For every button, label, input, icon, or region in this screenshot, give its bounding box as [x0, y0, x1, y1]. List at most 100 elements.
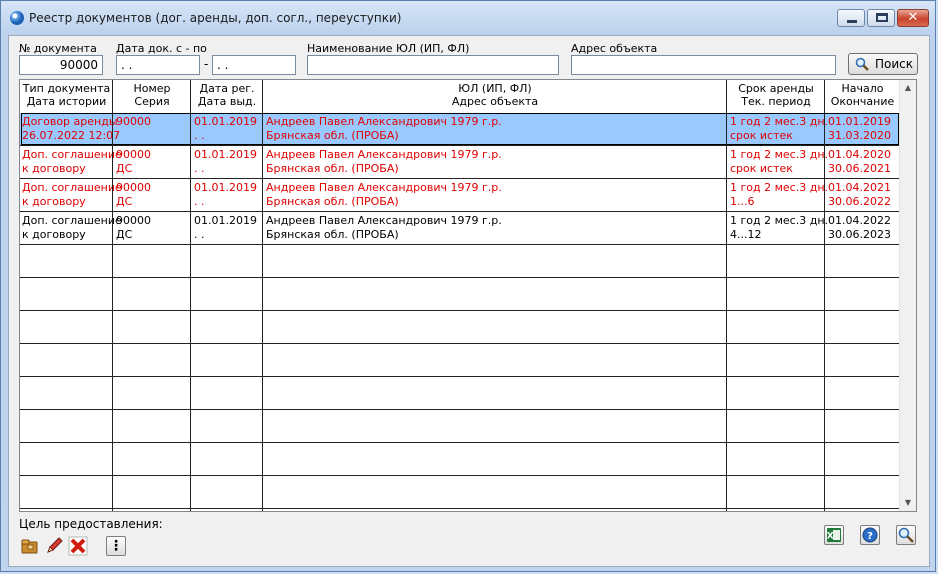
table-row-empty[interactable]	[20, 311, 900, 344]
address-input[interactable]	[571, 55, 836, 75]
scroll-down-arrow-icon[interactable]: ▼	[900, 495, 916, 511]
table-cell-term: 1 год 2 мес.3 дн. 1...6	[730, 181, 828, 209]
table-row[interactable]: Доп. соглашение к договору 90000 ДС 01.01.20…	[20, 146, 900, 179]
table-cell-period: 01.04.2020 30.06.2021	[828, 148, 891, 176]
app-globe-icon	[10, 11, 24, 25]
table-cell-term: 1 год 2 мес.3 дн. 4...12	[730, 214, 828, 242]
table-cell-number: 90000 ДС	[116, 214, 151, 242]
table-cell-period: 01.04.2021 30.06.2022	[828, 181, 891, 209]
header-entity-line1: ЮЛ (ИП, ФЛ)	[458, 82, 532, 95]
header-period-line1: Начало	[841, 82, 884, 95]
cell-line: Андреев Павел Александрович 1979 г.р.	[266, 214, 502, 227]
cell-line: Брянская обл. (ПРОБА)	[266, 129, 399, 142]
table-cell-entity: Андреев Павел Александрович 1979 г.р. Бря…	[266, 214, 502, 242]
header-reg-date-line1: Дата рег.	[199, 82, 255, 95]
header-term-line1: Срок аренды	[738, 82, 814, 95]
header-term[interactable]: Срок аренды Тек. период	[727, 82, 825, 108]
open-folder-button[interactable]	[20, 536, 40, 556]
entity-name-input[interactable]	[307, 55, 559, 75]
table-cell-period: 01.04.2022 30.06.2023	[828, 214, 891, 242]
cell-line: срок истек	[730, 162, 793, 175]
delete-button[interactable]	[68, 536, 88, 556]
date-from-input[interactable]: . .	[116, 55, 200, 75]
cell-line: 01.01.2019	[194, 148, 257, 161]
table-cell-number: 90000 ДС	[116, 148, 151, 176]
table-row[interactable]: Договор аренды 26.07.2022 12:07 90000 01.01…	[20, 113, 900, 146]
minimize-button[interactable]	[837, 9, 865, 27]
cell-line: 90000	[116, 214, 151, 227]
cell-line: . .	[194, 228, 205, 241]
doc-number-input[interactable]: 90000	[19, 55, 103, 75]
header-doc-type[interactable]: Тип документа Дата истории	[20, 82, 113, 108]
help-button[interactable]: ?	[860, 525, 880, 545]
documents-table[interactable]: Тип документа Дата истории Номер Серия Д…	[19, 79, 917, 512]
cell-line: к договору	[22, 228, 86, 241]
svg-text:X: X	[827, 532, 834, 542]
cell-line: Андреев Павел Александрович 1979 г.р.	[266, 181, 502, 194]
table-row-empty[interactable]	[20, 278, 900, 311]
table-row-empty[interactable]	[20, 476, 900, 509]
purpose-label: Цель предоставления:	[19, 517, 163, 531]
header-number-line1: Номер	[133, 82, 171, 95]
table-cell-number: 90000 ДС	[116, 181, 151, 209]
table-cell-entity: Андреев Павел Александрович 1979 г.р. Бря…	[266, 148, 502, 176]
table-row-empty[interactable]	[20, 377, 900, 410]
table-cell-doc-type: Доп. соглашение к договору	[22, 214, 122, 242]
entity-name-label: Наименование ЮЛ (ИП, ФЛ)	[307, 42, 470, 55]
cell-line: 4...12	[730, 228, 762, 241]
vertical-scrollbar[interactable]: ▲ ▼	[899, 80, 916, 511]
table-row-empty[interactable]	[20, 443, 900, 476]
header-reg-date[interactable]: Дата рег. Дата выд.	[191, 82, 263, 108]
help-glyph: ?	[867, 531, 873, 542]
header-entity[interactable]: ЮЛ (ИП, ФЛ) Адрес объекта	[263, 82, 727, 108]
table-cell-reg-date: 01.01.2019 . .	[194, 115, 257, 143]
table-row[interactable]: Доп. соглашение к договору 90000 ДС 01.01.20…	[20, 179, 900, 212]
table-row-empty[interactable]	[20, 245, 900, 278]
cell-line: к договору	[22, 162, 86, 175]
cell-line: 01.04.2020	[828, 148, 891, 161]
close-icon: ✕	[907, 10, 919, 25]
table-cell-reg-date: 01.01.2019 . .	[194, 214, 257, 242]
table-row[interactable]: Доп. соглашение к договору 90000 ДС 01.01.20…	[20, 212, 900, 245]
more-options-button[interactable]: ⋮	[106, 536, 126, 556]
cell-line: 26.07.2022 12:07	[22, 129, 121, 142]
cell-line: 90000	[116, 115, 151, 128]
cell-line: Договор аренды	[22, 115, 118, 128]
search-button[interactable]: Поиск	[848, 53, 918, 75]
table-cell-period: 01.01.2019 31.03.2020	[828, 115, 891, 143]
header-number-line2: Серия	[134, 95, 170, 108]
export-excel-button[interactable]: X	[824, 525, 844, 545]
table-row-empty[interactable]	[20, 410, 900, 443]
doc-date-label: Дата док. с - по	[116, 42, 207, 55]
cell-line: 01.01.2019	[828, 115, 891, 128]
cell-line: Брянская обл. (ПРОБА)	[266, 228, 399, 241]
close-button[interactable]: ✕	[897, 9, 929, 27]
magnifier-icon	[855, 57, 869, 71]
table-row-empty[interactable]	[20, 344, 900, 377]
table-cell-entity: Андреев Павел Александрович 1979 г.р. Бря…	[266, 115, 502, 143]
cell-line: Брянская обл. (ПРОБА)	[266, 162, 399, 175]
header-number[interactable]: Номер Серия	[113, 82, 191, 108]
date-to-input[interactable]: . .	[212, 55, 296, 75]
cell-line: 1...6	[730, 195, 755, 208]
cell-line: Андреев Павел Александрович 1979 г.р.	[266, 115, 502, 128]
scroll-up-arrow-icon[interactable]: ▲	[900, 80, 916, 96]
title-bar[interactable]: Реестр документов (дог. аренды, доп. сог…	[1, 1, 935, 35]
table-cell-reg-date: 01.01.2019 . .	[194, 181, 257, 209]
cell-line: 90000	[116, 148, 151, 161]
cell-line: 01.01.2019	[194, 115, 257, 128]
preview-button[interactable]	[896, 525, 916, 545]
search-button-label: Поиск	[875, 57, 914, 71]
pencil-icon	[47, 537, 63, 553]
header-period[interactable]: Начало Окончание	[825, 82, 900, 108]
table-cell-doc-type: Договор аренды 26.07.2022 12:07	[22, 115, 120, 143]
table-cell-entity: Андреев Павел Александрович 1979 г.р. Бря…	[266, 181, 502, 209]
header-doc-type-line1: Тип документа	[22, 82, 111, 95]
cell-line: 1 год 2 мес.3 дн.	[730, 214, 829, 227]
cell-line: ДС	[116, 228, 133, 241]
maximize-button[interactable]	[867, 9, 895, 27]
cell-line: . .	[194, 195, 205, 208]
edit-button[interactable]	[44, 536, 64, 556]
cell-line: 01.01.2019	[194, 181, 257, 194]
cell-line: Брянская обл. (ПРОБА)	[266, 195, 399, 208]
